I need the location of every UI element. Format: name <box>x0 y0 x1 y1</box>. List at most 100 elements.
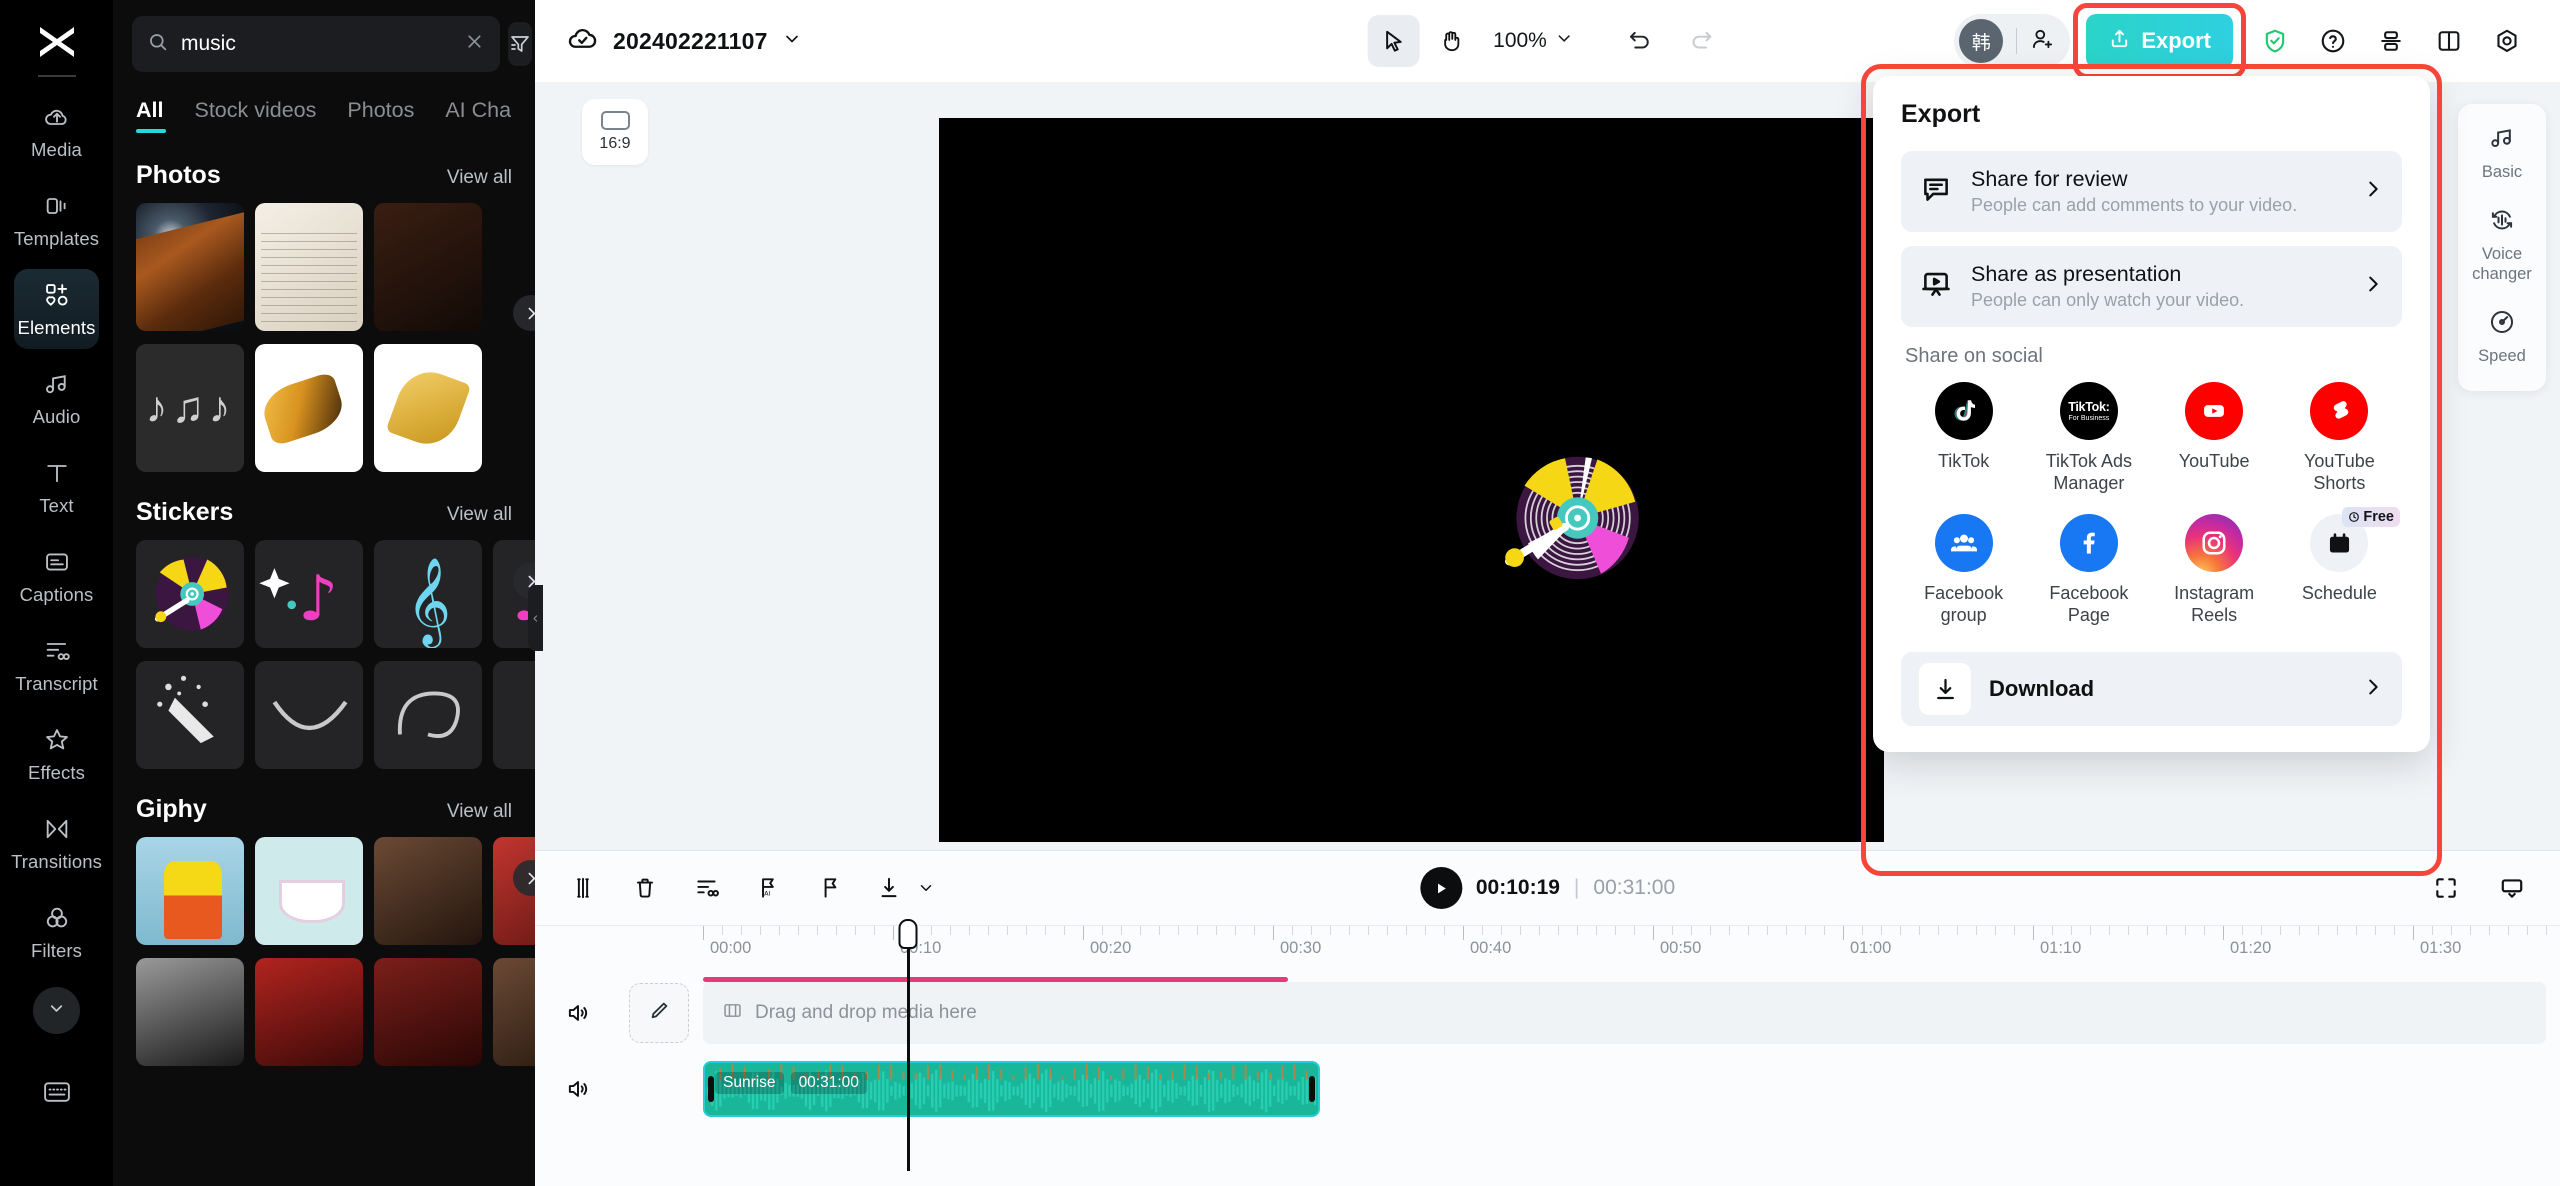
download-row[interactable]: Download <box>1901 652 2402 727</box>
view-all-link[interactable]: View all <box>447 801 512 823</box>
delete-trash-icon[interactable] <box>625 868 665 908</box>
play-icon[interactable] <box>1419 867 1462 909</box>
sticker-thumb[interactable] <box>136 661 244 769</box>
tab-all[interactable]: All <box>136 98 167 135</box>
hand-icon[interactable] <box>1425 15 1477 67</box>
flag-marker-icon[interactable] <box>811 868 851 908</box>
photo-thumb[interactable] <box>136 203 244 331</box>
social-tile-youtube[interactable]: YouTube <box>2152 382 2277 494</box>
right-rail-item-speed[interactable]: Speed <box>2462 298 2542 376</box>
chevron-down-icon[interactable] <box>915 868 937 908</box>
tab-photos[interactable]: Photos <box>347 98 414 135</box>
giphy-thumb[interactable] <box>255 837 363 945</box>
sidebar-item-filters[interactable]: Filters <box>14 892 99 972</box>
add-person-icon[interactable] <box>2030 26 2056 57</box>
shield-check-icon[interactable] <box>2249 15 2301 67</box>
social-tile-tiktok[interactable]: TikTok <box>1901 382 2026 494</box>
sticker-thumb[interactable] <box>493 661 535 769</box>
tab-stock-videos[interactable]: Stock videos <box>194 98 316 135</box>
filter-icon[interactable] <box>508 22 532 66</box>
search-box[interactable] <box>132 16 500 72</box>
panel-collapse-handle[interactable] <box>528 585 543 651</box>
edit-track-button[interactable] <box>629 983 689 1043</box>
speaker-icon[interactable] <box>561 1072 595 1106</box>
giphy-thumb[interactable] <box>374 837 482 945</box>
vinyl-record-sticker[interactable] <box>1484 428 1664 608</box>
sidebar-item-effects[interactable]: Effects <box>14 714 99 794</box>
redo-icon[interactable] <box>1676 15 1728 67</box>
transcript-cut-icon[interactable] <box>687 868 727 908</box>
social-tile-facebook-group[interactable]: Facebook group <box>1901 514 2026 626</box>
giphy-thumb[interactable] <box>255 958 363 1066</box>
timeline-ruler[interactable]: 00:00 00:10 00:20 00:30 00:40 00:50 01:00 01:10… <box>535 925 2560 963</box>
photo-thumb[interactable] <box>374 344 482 472</box>
photo-thumb[interactable] <box>136 344 244 472</box>
sticker-thumb[interactable] <box>136 540 244 648</box>
giphy-thumb[interactable] <box>493 958 535 1066</box>
sidebar-item-media[interactable]: Media <box>14 91 99 171</box>
avatar[interactable]: 韩 <box>1959 19 2004 63</box>
sidebar-item-audio[interactable]: Audio <box>14 358 99 438</box>
sidebar-item-transitions[interactable]: Transitions <box>11 803 102 883</box>
social-tile-tiktok-ads-manager[interactable]: TikTok: For Business TikTok Ads Manager <box>2026 382 2151 494</box>
clip-trim-handle-left[interactable] <box>708 1076 714 1102</box>
aspect-ratio-chip[interactable]: 16:9 <box>582 99 648 165</box>
view-all-link[interactable]: View all <box>447 167 512 189</box>
export-button[interactable]: Export <box>2086 14 2233 68</box>
clip-trim-handle-right[interactable] <box>1309 1076 1315 1102</box>
photo-thumb[interactable] <box>255 344 363 472</box>
speaker-icon[interactable] <box>561 996 595 1030</box>
undo-icon[interactable] <box>1614 15 1666 67</box>
sidebar-more-button[interactable] <box>33 987 80 1034</box>
ai-marker-icon[interactable]: AI <box>749 868 789 908</box>
giphy-thumb[interactable] <box>136 837 244 945</box>
social-tile-schedule[interactable]: Free Schedule <box>2277 507 2402 626</box>
fullscreen-icon[interactable] <box>2426 868 2466 908</box>
layers-icon[interactable] <box>2365 15 2417 67</box>
share-for-review-row[interactable]: Share for review People can add comments… <box>1901 151 2402 232</box>
right-rail-item-basic[interactable]: Basic <box>2462 114 2542 192</box>
close-icon[interactable] <box>464 31 485 57</box>
question-circle-icon[interactable] <box>2307 15 2359 67</box>
preview-screen-icon[interactable] <box>2492 868 2532 908</box>
project-title-group[interactable]: 202402221107 <box>535 22 802 60</box>
photo-thumb[interactable] <box>374 203 482 331</box>
ruler-tick <box>2318 926 2319 935</box>
audio-clip[interactable]: Sunrise 00:31:00 <box>703 1061 1320 1117</box>
chevron-down-icon[interactable] <box>782 29 802 54</box>
sticker-thumb[interactable] <box>255 661 363 769</box>
giphy-thumb[interactable] <box>136 958 244 1066</box>
view-all-link[interactable]: View all <box>447 504 512 526</box>
media-drop-zone[interactable]: Drag and drop media here <box>703 982 2546 1044</box>
search-input[interactable] <box>181 32 452 56</box>
tab-ai-chat[interactable]: AI Cha <box>445 98 511 135</box>
sidebar-item-transcript[interactable]: Transcript <box>14 625 99 705</box>
sticker-thumb[interactable]: 𝄞 <box>374 540 482 648</box>
download-icon[interactable] <box>869 868 909 908</box>
social-tile-youtube-shorts[interactable]: YouTube Shorts <box>2277 382 2402 494</box>
playhead[interactable] <box>898 919 918 1171</box>
sticker-thumb[interactable] <box>374 661 482 769</box>
right-rail-item-voice-changer[interactable]: Voice changer <box>2462 196 2542 294</box>
sidebar-item-text[interactable]: Text <box>14 447 99 527</box>
video-preview-stage[interactable] <box>939 118 1884 842</box>
giphy-thumb[interactable] <box>374 958 482 1066</box>
playhead-knob[interactable] <box>898 919 918 949</box>
split-layout-icon[interactable] <box>2423 15 2475 67</box>
share-as-presentation-row[interactable]: Share as presentation People can only wa… <box>1901 246 2402 327</box>
cursor-arrow-icon[interactable] <box>1367 15 1420 67</box>
keyboard-shortcuts-button[interactable] <box>40 1080 74 1108</box>
photo-thumb[interactable] <box>255 203 363 331</box>
sidebar-item-captions[interactable]: Captions <box>14 536 99 616</box>
collaborators-group[interactable]: 韩 <box>1954 14 2071 68</box>
settings-icon[interactable] <box>2481 15 2533 67</box>
top-toolbar: 202402221107 100% 韩 Export <box>535 0 2560 82</box>
sidebar-item-elements[interactable]: Elements <box>14 269 99 349</box>
sidebar-item-templates[interactable]: Templates <box>14 180 99 260</box>
social-tile-facebook-page[interactable]: Facebook Page <box>2026 514 2151 626</box>
zoom-level-selector[interactable]: 100% <box>1483 29 1584 54</box>
split-icon[interactable] <box>563 868 603 908</box>
social-tile-instagram-reels[interactable]: Instagram Reels <box>2152 514 2277 626</box>
sticker-thumb[interactable]: ♪ <box>255 540 363 648</box>
capcut-logo-icon[interactable] <box>34 22 80 62</box>
